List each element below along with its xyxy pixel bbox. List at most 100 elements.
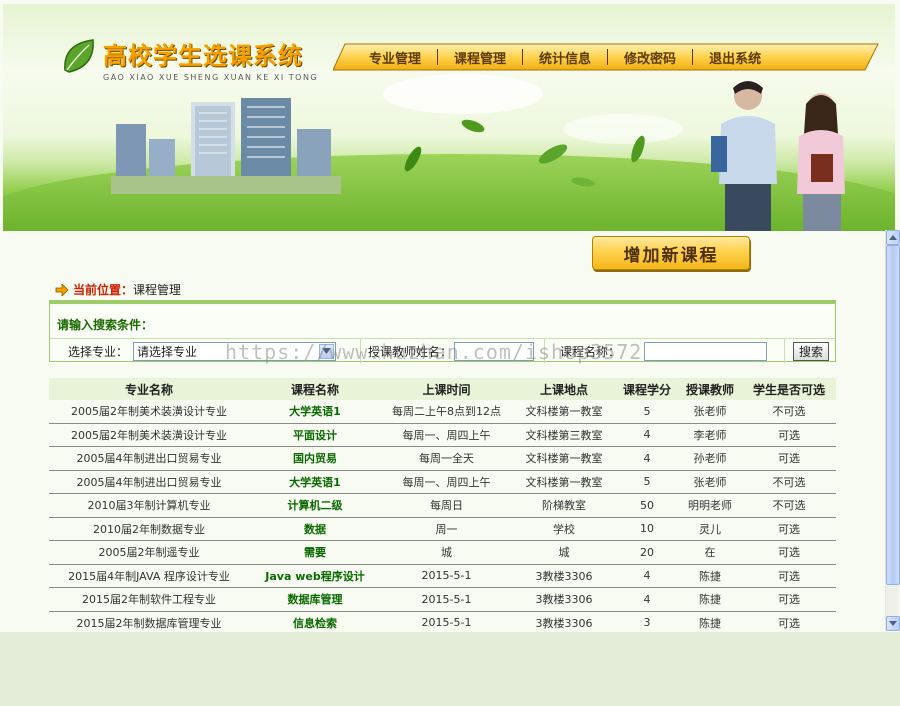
leaves-decoration — [404, 119, 645, 187]
header-major: 专业名称 — [124, 382, 173, 397]
arrow-up-icon[interactable] — [886, 230, 900, 245]
header-course: 课程名称 — [290, 382, 339, 397]
cell-credit: 5 — [643, 475, 651, 489]
cell-teacher: 在 — [704, 546, 716, 560]
cell-credit: 4 — [643, 592, 651, 606]
course-name-input[interactable] — [644, 341, 767, 361]
cell-location: 3教楼3306 — [535, 616, 593, 630]
cell-major: 2005届2年制遥专业 — [98, 546, 200, 560]
cell-time: 2015-5-1 — [421, 592, 472, 606]
cell-location: 城 — [558, 546, 570, 560]
cell-teacher: 孙老师 — [693, 452, 727, 466]
cell-selectable: 可选 — [778, 522, 800, 536]
cell-time: 城 — [441, 546, 452, 560]
table-body: 2005届2年制美术装潢设计专业 大学英语1 每周二上午8点到12点 文科楼第一教室 5… — [49, 400, 836, 635]
arrow-right-icon — [55, 283, 69, 296]
cell-teacher: 陈捷 — [699, 593, 721, 607]
cell-selectable: 不可选 — [772, 475, 806, 489]
scrollbar-thumb[interactable] — [886, 245, 900, 585]
app-subtitle: GAO XIAO XUE SHENG XUAN KE XI TONG — [103, 73, 319, 82]
page-footer — [0, 632, 900, 706]
cell-credit: 5 — [643, 404, 651, 418]
cell-time: 每周一、周四上午 — [402, 475, 491, 489]
cell-location: 3教楼3306 — [535, 593, 593, 607]
cell-time: 2015-5-1 — [421, 569, 472, 583]
nav-item-stats[interactable]: 统计信息 — [523, 48, 607, 67]
header-selectable: 学生是否可选 — [752, 382, 825, 397]
divider — [784, 339, 785, 363]
nav-item-major[interactable]: 专业管理 — [353, 48, 437, 67]
breadcrumb-current[interactable]: 课程管理 — [133, 281, 181, 298]
search-button[interactable]: 搜索 — [793, 341, 829, 361]
arrow-down-icon[interactable] — [886, 616, 900, 631]
cell-course[interactable]: 大学英语1 — [249, 474, 381, 490]
cell-time: 每周二上午8点到12点 — [392, 405, 501, 419]
cell-course[interactable]: 计算机二级 — [249, 497, 381, 513]
cell-time: 周一 — [435, 522, 458, 536]
leaf-icon — [64, 39, 94, 73]
cell-selectable: 可选 — [778, 428, 800, 442]
major-label: 选择专业： — [68, 344, 129, 359]
watermark-text: https://www.huzhan.com/ishop3572 — [225, 340, 643, 364]
cell-major: 2005届4年制进出口贸易专业 — [76, 475, 222, 489]
cell-major: 2005届4年制进出口贸易专业 — [76, 452, 222, 466]
cell-credit: 20 — [640, 545, 654, 559]
add-course-button[interactable]: 增加新课程 — [592, 236, 750, 270]
buildings-illustration — [111, 98, 341, 194]
cell-teacher: 张老师 — [693, 475, 727, 489]
table-row: 2005届2年制美术装潢设计专业 平面设计 每周一、周四上午 文科楼第三教室 4 李老师 可… — [49, 424, 836, 447]
nav-item-course[interactable]: 课程管理 — [438, 48, 522, 67]
header-banner: 高校学生选课系统 GAO XIAO XUE SHENG XUAN KE XI T… — [3, 4, 895, 231]
cell-teacher: 灵儿 — [699, 522, 721, 536]
table-row: 2005届4年制进出口贸易专业 国内贸易 每周一全天 文科楼第一教室 4 孙老师 可选 — [49, 447, 836, 471]
table-row: 2010届3年制计算机专业 计算机二级 每周日 阶梯教室 50 明明老师 不可选 — [49, 494, 836, 518]
cell-major: 2015届2年制数据库管理专业 — [76, 616, 222, 630]
header-teacher: 授课教师 — [685, 382, 734, 397]
cell-time: 每周日 — [430, 499, 463, 513]
students-illustration — [711, 81, 845, 231]
cell-credit: 4 — [643, 451, 651, 465]
table-row: 2005届2年制美术装潢设计专业 大学英语1 每周二上午8点到12点 文科楼第一教室 5… — [49, 400, 836, 424]
cell-time: 每周一全天 — [419, 452, 474, 466]
nav-item-password[interactable]: 修改密码 — [608, 48, 692, 67]
cell-credit: 4 — [643, 428, 651, 442]
table-row: 2005届2年制遥专业 需要 城 城 20 在 可选 — [49, 541, 836, 565]
header-location: 上课地点 — [539, 382, 588, 397]
cell-time: 2015-5-1 — [421, 616, 472, 630]
cell-selectable: 可选 — [778, 546, 800, 560]
cell-credit: 4 — [643, 569, 651, 583]
breadcrumb: 当前位置： 课程管理 — [55, 281, 181, 298]
search-title: 请输入搜索条件： — [57, 318, 154, 332]
cell-selectable: 可选 — [778, 616, 800, 630]
cell-teacher: 明明老师 — [688, 499, 732, 513]
cell-location: 文科楼第一教室 — [525, 475, 603, 489]
cell-major: 2015届2年制软件工程专业 — [82, 593, 216, 607]
cell-location: 文科楼第一教室 — [525, 405, 603, 419]
cell-location: 3教楼3306 — [535, 569, 593, 583]
cell-teacher: 张老师 — [693, 405, 727, 419]
cell-course[interactable]: 数据库管理 — [249, 591, 381, 607]
main-nav: 专业管理 课程管理 统计信息 修改密码 退出系统 — [333, 43, 879, 71]
cell-course[interactable]: 平面设计 — [249, 427, 381, 443]
cell-course[interactable]: 信息检索 — [249, 615, 381, 631]
cell-major: 2005届2年制美术装潢设计专业 — [71, 405, 227, 419]
cell-location: 文科楼第三教室 — [525, 428, 603, 442]
app-title: 高校学生选课系统 — [103, 42, 303, 70]
cell-course[interactable]: 数据 — [249, 521, 381, 537]
cell-course[interactable]: Java web程序设计 — [249, 568, 381, 584]
cell-course[interactable]: 大学英语1 — [249, 403, 381, 419]
cell-major: 2005届2年制美术装潢设计专业 — [71, 428, 227, 442]
cell-selectable: 不可选 — [772, 499, 806, 513]
cell-teacher: 陈捷 — [699, 569, 721, 583]
cell-selectable: 可选 — [778, 593, 800, 607]
cell-course[interactable]: 国内贸易 — [249, 450, 381, 466]
cell-selectable: 不可选 — [772, 405, 806, 419]
cloud-decoration — [383, 74, 543, 114]
nav-item-logout[interactable]: 退出系统 — [693, 48, 777, 67]
vertical-scrollbar[interactable] — [885, 230, 900, 631]
cell-course[interactable]: 需要 — [249, 544, 381, 560]
cell-credit: 50 — [640, 498, 654, 512]
cell-location: 学校 — [553, 522, 575, 536]
cell-location: 文科楼第一教室 — [525, 452, 603, 466]
cell-selectable: 可选 — [778, 569, 800, 583]
